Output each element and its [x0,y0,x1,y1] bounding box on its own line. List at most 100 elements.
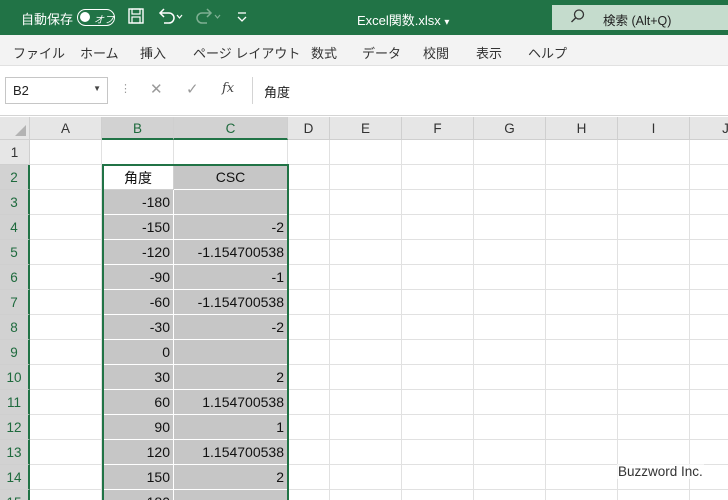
redo-icon[interactable] [196,7,222,31]
check-icon[interactable]: ✓ [186,80,199,98]
row-header-3[interactable]: 3 [0,190,30,215]
cell-f5[interactable] [402,240,474,265]
cell-d13[interactable] [288,440,330,465]
cell-c1[interactable] [174,140,288,165]
cell-e12[interactable] [330,415,402,440]
cell-g12[interactable] [474,415,546,440]
select-all-corner[interactable] [0,117,30,140]
save-icon[interactable] [127,7,145,31]
chevron-down-icon[interactable]: ▼ [93,84,101,93]
cell-e4[interactable] [330,215,402,240]
cell-g9[interactable] [474,340,546,365]
cell-b4[interactable]: -150 [102,215,174,240]
worksheet-grid[interactable]: A B C D E F G H I J 1 2 角度 CSC 3 -180 4 -150 -2 5 -120 -1.154… [0,117,728,500]
cell-j15[interactable] [690,490,728,500]
cell-a8[interactable] [30,315,102,340]
column-header-g[interactable]: G [474,117,546,140]
row-header-9[interactable]: 9 [0,340,30,365]
cell-a7[interactable] [30,290,102,315]
tab-view[interactable]: 表示 [476,43,502,62]
cell-b11[interactable]: 60 [102,390,174,415]
cell-h8[interactable] [546,315,618,340]
cell-b14[interactable]: 150 [102,465,174,490]
cell-a4[interactable] [30,215,102,240]
cell-g3[interactable] [474,190,546,215]
cell-h7[interactable] [546,290,618,315]
cell-g7[interactable] [474,290,546,315]
cell-d7[interactable] [288,290,330,315]
row-header-10[interactable]: 10 [0,365,30,390]
cell-f2[interactable] [402,165,474,190]
row-header-12[interactable]: 12 [0,415,30,440]
undo-icon[interactable] [157,7,183,31]
row-header-6[interactable]: 6 [0,265,30,290]
row-header-15[interactable]: 15 [0,490,30,500]
cell-b5[interactable]: -120 [102,240,174,265]
tab-formulas[interactable]: 数式 [311,43,337,62]
cell-b3[interactable]: -180 [102,190,174,215]
cell-i8[interactable] [618,315,690,340]
cell-a6[interactable] [30,265,102,290]
cell-f15[interactable] [402,490,474,500]
cell-g14[interactable] [474,465,546,490]
cancel-icon[interactable]: ✕ [150,80,163,98]
cell-h13[interactable] [546,440,618,465]
cell-g13[interactable] [474,440,546,465]
column-header-i[interactable]: I [618,117,690,140]
cell-j10[interactable] [690,365,728,390]
row-header-8[interactable]: 8 [0,315,30,340]
row-header-14[interactable]: 14 [0,465,30,490]
cell-e1[interactable] [330,140,402,165]
cell-e5[interactable] [330,240,402,265]
cell-f6[interactable] [402,265,474,290]
cell-c3[interactable] [174,190,288,215]
tab-help[interactable]: ヘルプ [528,43,567,62]
cell-j8[interactable] [690,315,728,340]
cell-h11[interactable] [546,390,618,415]
cell-d4[interactable] [288,215,330,240]
cell-h14[interactable] [546,465,618,490]
cell-a13[interactable] [30,440,102,465]
cell-j13[interactable] [690,440,728,465]
cell-g1[interactable] [474,140,546,165]
cell-j12[interactable] [690,415,728,440]
cell-c4[interactable]: -2 [174,215,288,240]
cell-c5[interactable]: -1.154700538 [174,240,288,265]
column-header-c[interactable]: C [174,117,288,140]
tab-data[interactable]: データ [362,43,401,62]
tab-insert[interactable]: 挿入 [140,43,166,62]
cell-g8[interactable] [474,315,546,340]
cell-g5[interactable] [474,240,546,265]
cell-f14[interactable] [402,465,474,490]
cell-d15[interactable] [288,490,330,500]
cell-j9[interactable] [690,340,728,365]
column-header-h[interactable]: H [546,117,618,140]
formula-input[interactable]: 角度 [252,77,728,104]
cell-c9[interactable] [174,340,288,365]
cell-h5[interactable] [546,240,618,265]
cell-f7[interactable] [402,290,474,315]
cell-c11[interactable]: 1.154700538 [174,390,288,415]
tab-page-layout[interactable]: ページ レイアウト [193,43,300,62]
cell-a12[interactable] [30,415,102,440]
row-header-11[interactable]: 11 [0,390,30,415]
row-header-2[interactable]: 2 [0,165,30,190]
cell-e10[interactable] [330,365,402,390]
cell-h1[interactable] [546,140,618,165]
cell-b13[interactable]: 120 [102,440,174,465]
cell-h9[interactable] [546,340,618,365]
cell-g15[interactable] [474,490,546,500]
cell-h10[interactable] [546,365,618,390]
cell-i9[interactable] [618,340,690,365]
cell-i13[interactable] [618,440,690,465]
row-header-4[interactable]: 4 [0,215,30,240]
cell-h6[interactable] [546,265,618,290]
cell-d3[interactable] [288,190,330,215]
cell-b15[interactable]: 180 [102,490,174,500]
autosave-toggle[interactable]: オフ [77,9,115,26]
cell-e7[interactable] [330,290,402,315]
cell-a1[interactable] [30,140,102,165]
cell-g4[interactable] [474,215,546,240]
cell-d10[interactable] [288,365,330,390]
cell-e13[interactable] [330,440,402,465]
